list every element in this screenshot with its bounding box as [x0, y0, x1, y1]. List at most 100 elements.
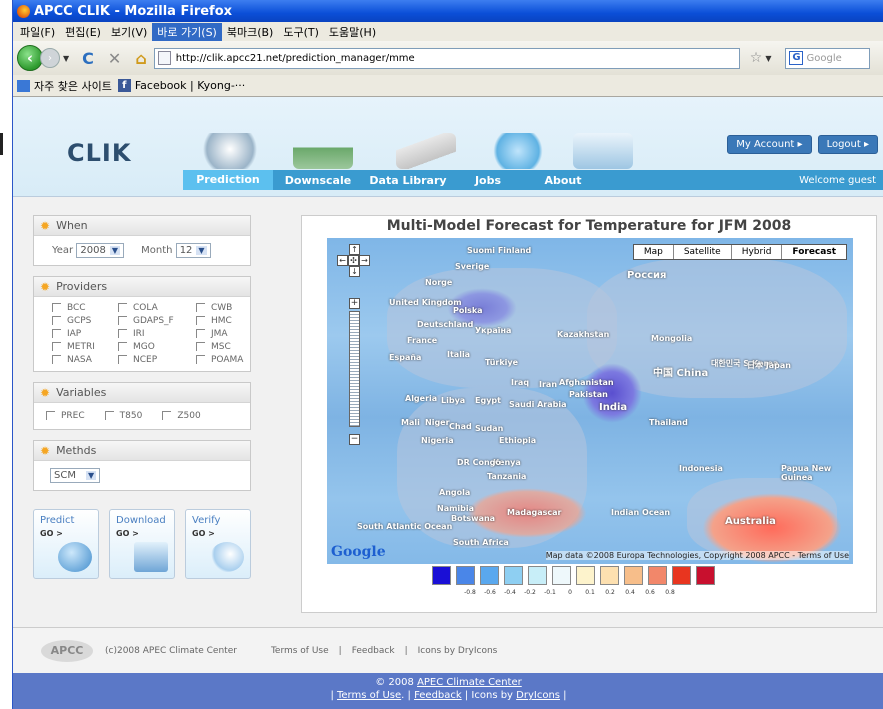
sun-icon: ✹ [40, 385, 51, 400]
zoom-slider[interactable] [349, 311, 360, 427]
logout-button[interactable]: Logout ▸ [817, 135, 878, 154]
title-bar: APCC CLIK - Mozilla Firefox [13, 0, 883, 22]
verify-go[interactable]: GO > [192, 529, 244, 538]
menu-help[interactable]: 도움말(H) [324, 23, 381, 41]
home-button[interactable]: ⌂ [135, 49, 146, 68]
month-select[interactable]: 12 ▼ [175, 243, 211, 258]
menu-tools[interactable]: 도구(T) [278, 23, 324, 41]
forecast-map[interactable]: Suomi Finland Sverige Norge United Kingd… [327, 238, 853, 564]
bottom-terms-link[interactable]: Terms of Use [337, 690, 401, 701]
provider-checkbox-jma[interactable]: JMA [196, 329, 256, 339]
facebook-icon: f [117, 79, 131, 92]
map-type-forecast[interactable]: Forecast [782, 245, 846, 259]
map-attribution: Map data ©2008 Europa Technologies, Copy… [545, 551, 849, 560]
label-france: France [407, 336, 438, 345]
forward-button[interactable]: › [40, 48, 60, 68]
method-select[interactable]: SCM ▼ [50, 468, 101, 483]
legend-tick: -0.2 [524, 589, 536, 596]
label-spain: España [389, 353, 422, 362]
menu-file[interactable]: 파일(F) [15, 23, 60, 41]
clik-logo[interactable]: CLIK [67, 139, 131, 167]
predict-go[interactable]: GO > [40, 529, 92, 538]
chevron-down-icon: ▼ [109, 246, 120, 255]
jobs-globe-icon [488, 133, 548, 169]
nav-jobs[interactable]: Jobs [453, 174, 523, 187]
bookmark-star-icon[interactable]: ☆ [750, 50, 763, 66]
page-icon [157, 51, 171, 65]
provider-checkbox-gcps[interactable]: GCPS [52, 316, 118, 326]
window-title: APCC CLIK - Mozilla Firefox [34, 3, 233, 19]
methods-panel: ✹ Methds SCM ▼ [33, 440, 251, 491]
apcc-logo[interactable]: APCC [41, 639, 93, 662]
footer-terms-link[interactable]: Terms of Use [271, 646, 329, 656]
provider-checkbox-cwb[interactable]: CWB [196, 303, 256, 313]
bottom-dryicons-link[interactable]: DryIcons [516, 690, 560, 701]
label-south-atlantic: South Atlantic Ocean [357, 522, 453, 531]
legend-swatch [696, 566, 715, 585]
menu-bookmarks[interactable]: 북마크(B) [222, 23, 279, 41]
url-dropdown-icon[interactable]: ▼ [765, 54, 771, 63]
reload-button[interactable]: C [82, 49, 94, 68]
history-dropdown-icon[interactable]: ▼ [63, 54, 69, 63]
label-nigeria: Nigeria [421, 436, 454, 445]
nav-about[interactable]: About [523, 174, 603, 187]
variable-checkbox-prec[interactable]: PREC [46, 411, 85, 421]
provider-checkbox-poama[interactable]: POAMA [196, 355, 256, 365]
provider-checkbox-iap[interactable]: IAP [52, 329, 118, 339]
provider-checkbox-ncep[interactable]: NCEP [118, 355, 196, 365]
verify-card[interactable]: Verify GO > [185, 509, 251, 579]
provider-checkbox-cola[interactable]: COLA [118, 303, 196, 313]
pan-up-icon[interactable]: ↑ [349, 244, 360, 255]
map-type-hybrid[interactable]: Hybrid [731, 245, 783, 259]
chevron-down-icon: ▼ [85, 471, 97, 480]
menu-edit[interactable]: 편집(E) [60, 23, 106, 41]
pan-down-icon[interactable]: ↓ [349, 266, 360, 277]
my-account-button[interactable]: My Account ▸ [727, 135, 812, 154]
menu-go[interactable]: 바로 가기(S) [152, 22, 222, 41]
bookmark-facebook[interactable]: Facebook | Kyong-··· [135, 79, 245, 92]
year-select[interactable]: 2008 ▼ [76, 243, 124, 258]
provider-checkbox-metri[interactable]: METRI [52, 342, 118, 352]
provider-checkbox-hmc[interactable]: HMC [196, 316, 256, 326]
provider-checkbox-bcc[interactable]: BCC [52, 303, 118, 313]
bottom-apcc-link[interactable]: APEC Climate Center [417, 677, 522, 688]
predict-card[interactable]: Predict GO > [33, 509, 99, 579]
label-tanzania: Tanzania [487, 472, 527, 481]
stop-button[interactable]: ✕ [108, 49, 121, 68]
provider-checkbox-mgo[interactable]: MGO [118, 342, 196, 352]
provider-checkbox-nasa[interactable]: NASA [52, 355, 118, 365]
zoom-in-icon[interactable]: + [349, 298, 360, 309]
variable-checkbox-t850[interactable]: T850 [104, 411, 142, 421]
pan-right-icon[interactable]: → [359, 255, 370, 266]
map-type-map[interactable]: Map [633, 245, 674, 259]
bookmark-most-visited[interactable]: 자주 찾은 사이트 [34, 78, 112, 94]
download-card[interactable]: Download GO > [109, 509, 175, 579]
nav-downscale[interactable]: Downscale [273, 174, 363, 187]
bottom-feedback-link[interactable]: Feedback [414, 690, 462, 701]
pan-left-icon[interactable]: ← [337, 255, 348, 266]
legend-tick: 0.2 [605, 589, 615, 596]
provider-checkbox-msc[interactable]: MSC [196, 342, 256, 352]
map-type-satellite[interactable]: Satellite [673, 245, 732, 259]
footer-feedback-link[interactable]: Feedback [352, 646, 395, 656]
legend-swatch [600, 566, 619, 585]
pan-center-icon[interactable]: ✣ [348, 255, 359, 266]
nav-data-library[interactable]: Data Library [363, 174, 453, 187]
zoom-out-icon[interactable]: − [349, 434, 360, 445]
search-placeholder: Google [806, 52, 842, 64]
legend-tick: 0.6 [645, 589, 655, 596]
label-botswana: Botswana [451, 514, 496, 523]
label-indian-ocean: Indian Ocean [611, 508, 671, 517]
search-box[interactable]: G Google [785, 47, 871, 69]
variable-checkbox-z500[interactable]: Z500 [162, 411, 201, 421]
url-bar[interactable]: http://clik.apcc21.net/prediction_manage… [153, 47, 740, 69]
menu-view[interactable]: 보기(V) [106, 23, 152, 41]
label-poland: Polska [453, 306, 483, 315]
provider-checkbox-iri[interactable]: IRI [118, 329, 196, 339]
download-go[interactable]: GO > [116, 529, 168, 538]
left-panel: ✹ When Year 2008 ▼ Month 12 ▼ ✹ Providers BC… [33, 215, 251, 579]
provider-checkbox-gdaps-f[interactable]: GDAPS_F [118, 316, 196, 326]
legend-swatch [504, 566, 523, 585]
nav-prediction[interactable]: Prediction [183, 170, 273, 190]
footer-icons-credit[interactable]: Icons by DryIcons [418, 646, 498, 656]
